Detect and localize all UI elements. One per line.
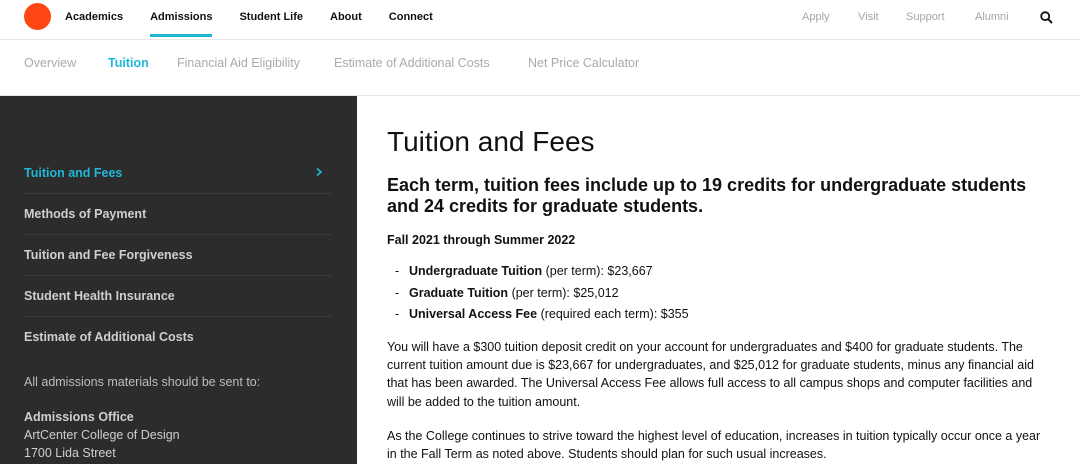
fee-qualifier: (required each term): bbox=[540, 307, 658, 321]
sidebar-item-health-insurance[interactable]: Student Health Insurance bbox=[24, 276, 331, 317]
primary-nav: Academics Admissions Student Life About … bbox=[65, 0, 460, 40]
subnav-financial-aid[interactable]: Financial Aid Eligibility bbox=[177, 56, 300, 70]
sidebar-note: All admissions materials should be sent … bbox=[24, 375, 261, 389]
fee-qualifier: (per term): bbox=[545, 264, 604, 278]
logo[interactable] bbox=[24, 3, 51, 30]
sidebar-item-label: Methods of Payment bbox=[24, 207, 147, 221]
fee-amount: $355 bbox=[660, 307, 689, 321]
nav-academics[interactable]: Academics bbox=[65, 0, 123, 40]
dash-bullet: - bbox=[395, 285, 400, 300]
util-apply[interactable]: Apply bbox=[802, 11, 830, 23]
sidebar-item-label: Tuition and Fees bbox=[24, 166, 123, 180]
address-line1: ArtCenter College of Design bbox=[24, 428, 180, 442]
subnav-net-price[interactable]: Net Price Calculator bbox=[528, 56, 639, 70]
dash-bullet: - bbox=[395, 264, 400, 278]
lead-text: Each term, tuition fees include up to 19… bbox=[387, 175, 1027, 216]
list-item: - Graduate Tuition (per term): $25,012 bbox=[395, 283, 689, 305]
subnav-tuition[interactable]: Tuition bbox=[108, 56, 149, 70]
address-name: Admissions Office bbox=[24, 410, 134, 424]
fee-label: Universal Access Fee bbox=[409, 307, 538, 321]
util-support[interactable]: Support bbox=[906, 11, 945, 23]
sidebar-item-additional-costs[interactable]: Estimate of Additional Costs bbox=[24, 317, 331, 358]
nav-admissions[interactable]: Admissions bbox=[150, 0, 213, 40]
fee-amount: $23,667 bbox=[607, 264, 653, 278]
page-title: Tuition and Fees bbox=[387, 126, 595, 157]
fee-amount: $25,012 bbox=[573, 285, 619, 300]
paragraph-increases: As the College continues to strive towar… bbox=[387, 429, 1041, 462]
fee-list: - Undergraduate Tuition (per term): $23,6… bbox=[395, 261, 689, 326]
sidebar-item-label: Tuition and Fee Forgiveness bbox=[24, 248, 193, 262]
subnav-additional-costs[interactable]: Estimate of Additional Costs bbox=[334, 56, 490, 70]
sidebar: Tuition and Fees Methods of Payment Tuit… bbox=[0, 96, 357, 464]
util-alumni[interactable]: Alumni bbox=[975, 11, 1009, 23]
dash-bullet: - bbox=[395, 307, 400, 321]
sub-nav: Overview Tuition Financial Aid Eligibili… bbox=[0, 41, 1080, 96]
search-icon[interactable] bbox=[1040, 11, 1053, 24]
nav-connect[interactable]: Connect bbox=[389, 0, 433, 40]
sidebar-item-label: Estimate of Additional Costs bbox=[24, 330, 194, 344]
sidebar-item-forgiveness[interactable]: Tuition and Fee Forgiveness bbox=[24, 235, 331, 276]
nav-about[interactable]: About bbox=[330, 0, 362, 40]
period-heading: Fall 2021 through Summer 2022 bbox=[387, 233, 576, 247]
list-item: - Undergraduate Tuition (per term): $23,6… bbox=[395, 261, 689, 283]
sidebar-item-label: Student Health Insurance bbox=[24, 289, 175, 303]
nav-student-life[interactable]: Student Life bbox=[239, 0, 303, 40]
top-nav: Academics Admissions Student Life About … bbox=[0, 0, 1080, 40]
admissions-address: Admissions Office ArtCenter College of D… bbox=[24, 408, 180, 462]
util-visit[interactable]: Visit bbox=[858, 11, 879, 23]
chevron-right-icon bbox=[316, 167, 323, 177]
fee-label: Graduate Tuition bbox=[409, 285, 509, 300]
sidebar-item-tuition-and-fees[interactable]: Tuition and Fees bbox=[24, 153, 331, 194]
subnav-overview[interactable]: Overview bbox=[24, 56, 76, 70]
fee-qualifier: (per term): bbox=[511, 285, 570, 300]
sidebar-item-methods-of-payment[interactable]: Methods of Payment bbox=[24, 194, 331, 235]
fee-label: Undergraduate Tuition bbox=[409, 264, 543, 278]
address-line2: 1700 Lida Street bbox=[24, 446, 116, 460]
list-item: - Universal Access Fee (required each ter… bbox=[395, 304, 689, 326]
paragraph-deposit: You will have a $300 tuition deposit cre… bbox=[387, 340, 1034, 409]
